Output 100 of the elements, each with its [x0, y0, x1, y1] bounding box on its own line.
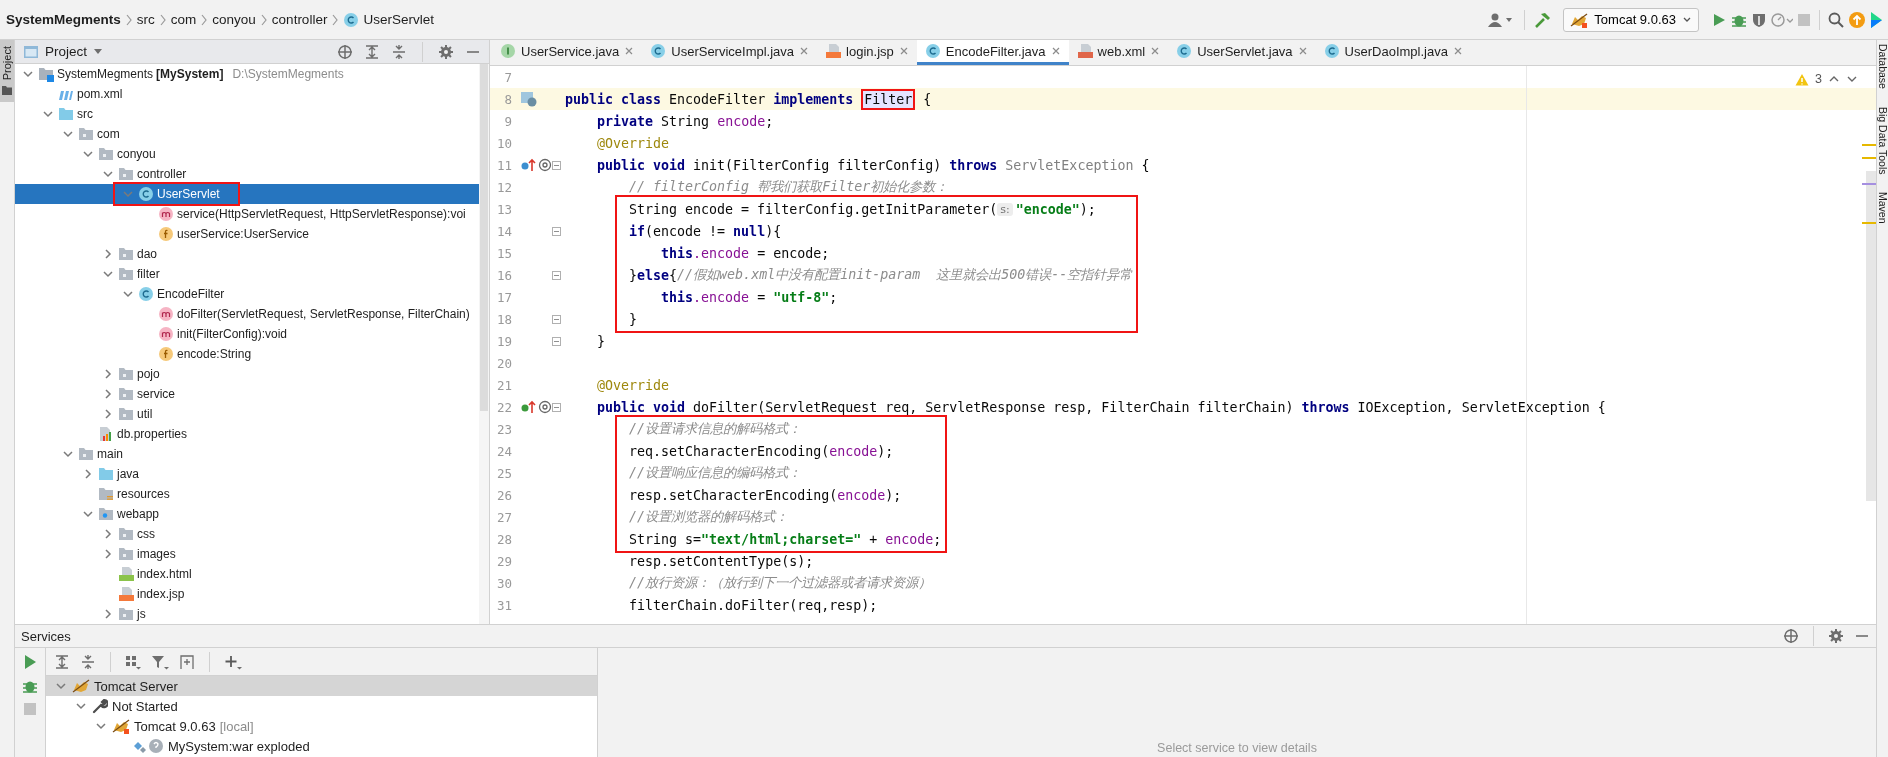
tree-item[interactable]: MySystem:war exploded [46, 736, 597, 756]
group-icon[interactable] [125, 653, 141, 670]
close-icon[interactable] [799, 46, 810, 56]
scrollbar-thumb[interactable] [1866, 171, 1876, 501]
collapse-all-icon[interactable] [80, 653, 96, 670]
profiler-icon[interactable] [1771, 11, 1793, 28]
field-icon [158, 346, 174, 362]
tree-item[interactable]: pojo [15, 364, 479, 384]
field-icon [158, 226, 174, 242]
run-icon[interactable] [23, 654, 37, 670]
breadcrumb[interactable]: conyou [212, 12, 256, 27]
fold-icon[interactable] [552, 226, 561, 236]
tree-item[interactable]: src [15, 104, 479, 124]
collapse-all-icon[interactable] [391, 43, 407, 60]
breadcrumb[interactable]: SystemMegments [6, 12, 121, 27]
editor-tab[interactable]: login.jsp [817, 40, 917, 65]
fold-icon[interactable] [552, 336, 561, 346]
tree-item[interactable]: service [15, 384, 479, 404]
tree-item[interactable]: UserServlet [15, 184, 479, 204]
locate-icon[interactable] [337, 43, 353, 60]
add-icon[interactable] [224, 653, 242, 670]
tree-item[interactable]: css [15, 524, 479, 544]
tree-item[interactable]: js [15, 604, 479, 624]
tool-window-tab[interactable]: Maven [1877, 190, 1888, 226]
editor-tab[interactable]: EncodeFilter.java [916, 40, 1069, 65]
tree-item[interactable]: Not Started [46, 696, 597, 716]
tree-item[interactable]: filter [15, 264, 479, 284]
warning-marker[interactable] [1862, 157, 1876, 159]
folder-icon [118, 526, 134, 542]
tree-item[interactable]: dao [15, 244, 479, 264]
tool-window-tab[interactable]: Big Data Tools [1877, 104, 1888, 177]
scrollbar-thumb[interactable] [480, 64, 488, 412]
settings-icon[interactable] [1828, 628, 1844, 644]
editor-tab[interactable]: UserService.java [492, 40, 643, 65]
fold-icon[interactable] [552, 270, 561, 280]
tree-item[interactable]: resources [15, 484, 479, 504]
search-icon[interactable] [1828, 11, 1844, 28]
new-tab-icon[interactable] [179, 653, 195, 670]
overrides-icon[interactable] [520, 157, 536, 173]
line-number: 28 [495, 531, 512, 547]
tree-item[interactable]: images [15, 544, 479, 564]
settings-icon[interactable] [438, 43, 454, 60]
coverage-icon[interactable] [1751, 11, 1767, 28]
tree-item[interactable]: com [15, 124, 479, 144]
locate-icon[interactable] [1783, 628, 1799, 644]
expand-all-icon[interactable] [364, 43, 380, 60]
fold-icon[interactable] [552, 314, 561, 324]
tree-item[interactable]: index.html [15, 564, 479, 584]
info-marker[interactable] [1862, 183, 1876, 185]
run-config-dropdown[interactable]: Tomcat 9.0.63 [1563, 7, 1699, 32]
fold-icon[interactable] [552, 160, 561, 170]
editor-tab[interactable]: UserServlet.java [1168, 40, 1316, 65]
tool-window-tab[interactable]: Database [1877, 42, 1888, 91]
run-icon[interactable] [1711, 11, 1727, 28]
at-sign-icon[interactable] [538, 158, 552, 172]
tree-item[interactable]: Tomcat 9.0.63 [local] [46, 716, 597, 736]
app-logo-icon[interactable] [1870, 10, 1882, 29]
empty-state-text: Select service to view details [1157, 741, 1317, 755]
tree-item[interactable]: index.jsp [15, 584, 479, 604]
editor-tab[interactable]: UserDaoImpl.java [1315, 40, 1471, 65]
tree-item[interactable]: pom.xml [15, 84, 479, 104]
panel-title-dropdown[interactable]: Project [23, 44, 104, 59]
tree-item[interactable]: Tomcat Server [46, 676, 597, 696]
close-icon[interactable] [898, 46, 909, 56]
expand-all-icon[interactable] [54, 653, 70, 670]
tree-item[interactable]: webapp [15, 504, 479, 524]
tree-item[interactable]: EncodeFilter [15, 284, 479, 304]
implements-icon[interactable] [520, 399, 536, 415]
editor-tab[interactable]: UserServiceImpl.java [642, 40, 818, 65]
tree-item[interactable]: db.properties [15, 424, 479, 444]
at-sign-icon[interactable] [538, 400, 552, 414]
close-icon[interactable] [1452, 46, 1463, 56]
tree-item[interactable]: userService:UserService [15, 224, 479, 244]
warning-marker[interactable] [1862, 222, 1876, 224]
tree-item[interactable]: encode:String [15, 344, 479, 364]
warning-marker[interactable] [1862, 144, 1876, 146]
close-icon[interactable] [624, 46, 635, 56]
tree-item[interactable]: java [15, 464, 479, 484]
breadcrumb[interactable]: src [136, 12, 155, 27]
folder-icon [58, 106, 74, 122]
breadcrumb[interactable]: controller [271, 12, 328, 27]
tree-item[interactable]: service(HttpServletRequest, HttpServletResponse):voi [15, 204, 479, 224]
tree-item[interactable]: util [15, 404, 479, 424]
tree-item[interactable]: controller [15, 164, 479, 184]
code-line: String encode = filterConfig.getInitParameter( s: "encode"); [629, 200, 1097, 219]
close-icon[interactable] [1150, 46, 1161, 56]
breadcrumb[interactable]: UserServlet [343, 11, 434, 28]
close-icon[interactable] [1297, 46, 1308, 56]
tool-window-tab[interactable]: Project [0, 40, 14, 103]
tree-item[interactable]: doFilter(ServletRequest, ServletResponse, FilterChain) [15, 304, 479, 324]
hammer-icon[interactable] [1533, 10, 1552, 29]
tree-item[interactable]: init(FilterConfig):void [15, 324, 479, 344]
close-icon[interactable] [1050, 46, 1061, 56]
tree-item[interactable]: main [15, 444, 479, 464]
filter-icon[interactable] [151, 653, 169, 670]
tree-item[interactable]: SystemMegments [MySystem] D:\SystemMegments [15, 64, 479, 84]
editor-tab[interactable]: web.xml [1068, 40, 1169, 65]
fold-icon[interactable] [552, 402, 561, 412]
breadcrumb[interactable]: com [170, 12, 197, 27]
tree-item[interactable]: conyou [15, 144, 479, 164]
